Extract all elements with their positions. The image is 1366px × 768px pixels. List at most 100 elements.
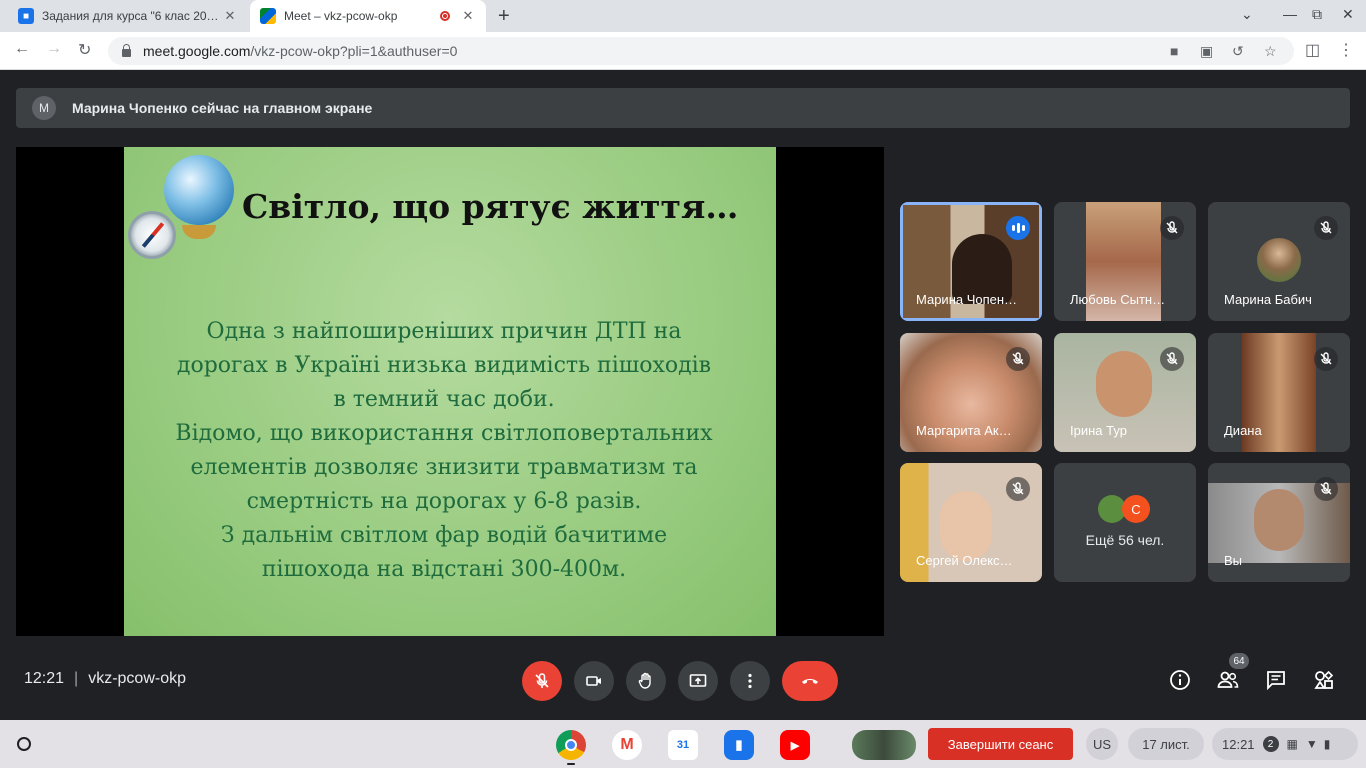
chat-button[interactable] (1262, 666, 1290, 694)
meeting-time: 12:21 (24, 670, 65, 687)
presentation-stage[interactable]: Світло, що рятує життя… Одна з найпошире… (16, 147, 884, 636)
new-tab-button[interactable]: + (498, 5, 510, 28)
tab-strip: ■ Задания для курса "6 клас 2021" ✕ Meet… (0, 0, 1366, 32)
active-app-indicator (567, 763, 575, 765)
open-windows-icon[interactable] (852, 730, 916, 760)
participant-name: Маргарита Ак… (916, 423, 1012, 438)
participant-tile[interactable]: Любовь Сытн… (1054, 202, 1196, 321)
speaking-indicator-icon (1006, 216, 1030, 240)
participant-name: Любовь Сытн… (1070, 292, 1166, 307)
minimize-button[interactable]: — (1283, 6, 1297, 22)
launcher-icon[interactable] (17, 737, 31, 751)
participant-tile[interactable]: Маргарита Ак… (900, 333, 1042, 452)
people-button[interactable] (1214, 666, 1242, 694)
translate-icon[interactable]: ▣ (1200, 43, 1213, 60)
present-screen-button[interactable] (678, 661, 718, 701)
tab-classroom[interactable]: ■ Задания для курса "6 клас 2021" ✕ (8, 0, 248, 32)
side-panel-icon[interactable]: ◫ (1305, 40, 1320, 60)
participant-name: Диана (1224, 423, 1262, 438)
battery-icon: ▮ (1323, 737, 1331, 751)
share-icon[interactable]: ↺ (1232, 43, 1244, 60)
muted-mic-icon (1006, 477, 1030, 501)
gmail-icon[interactable]: M (612, 730, 642, 760)
close-window-button[interactable]: ✕ (1342, 6, 1354, 23)
tab-title: Meet – vkz-pcow-okp (284, 9, 398, 23)
more-options-button[interactable] (730, 661, 770, 701)
avatar (1257, 238, 1301, 282)
muted-mic-icon (1314, 347, 1338, 371)
more-participants-label: Ещё 56 чел. (1085, 532, 1165, 548)
wifi-icon: ▼ (1305, 737, 1318, 751)
end-session-button[interactable]: Завершити сеанс (928, 728, 1073, 760)
participant-name: Сергей Олекс… (916, 553, 1013, 568)
slide-paragraph: Відомо, що використання світлоповертальн… (175, 421, 713, 514)
back-icon[interactable]: ← (14, 40, 30, 58)
slide-paragraph: Одна з найпоширеніших причин ДТП на доро… (176, 319, 712, 412)
participant-tile[interactable]: Вы (1208, 463, 1350, 582)
date-indicator[interactable]: 17 лист. (1128, 728, 1204, 760)
url-path: /vkz-pcow-okp?pli=1&authuser=0 (250, 43, 458, 59)
bookmark-star-icon[interactable]: ☆ (1264, 43, 1277, 60)
muted-mic-icon (1160, 216, 1184, 240)
camera-toggle-button[interactable] (574, 661, 614, 701)
more-participants-tile[interactable]: С Ещё 56 чел. (1054, 463, 1196, 582)
calendar-icon[interactable]: 31 (668, 730, 698, 760)
present-icon (689, 674, 707, 687)
close-tab-icon[interactable]: ✕ (460, 8, 476, 24)
participant-name: Марина Чопен… (916, 292, 1018, 307)
youtube-icon[interactable]: ▶ (780, 730, 810, 760)
raise-hand-button[interactable] (626, 661, 666, 701)
tab-title: Задания для курса "6 клас 2021" (42, 9, 222, 23)
classroom-icon: ■ (18, 8, 34, 24)
slide-body: Одна з найпоширеніших причин ДТП на доро… (164, 315, 754, 587)
system-tray[interactable]: 12:21 2 ▦ ▼ ▮ (1212, 728, 1358, 760)
slide: Світло, що рятує життя… Одна з найпошире… (124, 147, 776, 636)
chat-icon (1267, 671, 1285, 691)
presentation-banner: M Марина Чопенко сейчас на главном экран… (16, 88, 1350, 128)
address-bar[interactable]: meet.google.com/vkz-pcow-okp?pli=1&authu… (108, 37, 1294, 65)
participant-video (1096, 351, 1152, 417)
microphone-toggle-button[interactable] (522, 661, 562, 701)
participant-tile[interactable]: Марина Бабич (1208, 202, 1350, 321)
hand-icon (638, 672, 651, 689)
slide-paragraph: З дальнім світлом фар водій бачитиме піш… (220, 523, 668, 582)
tab-meet[interactable]: Meet – vkz-pcow-okp ✕ (250, 0, 486, 32)
camera-in-use-icon[interactable]: ■ (1170, 43, 1178, 59)
close-tab-icon[interactable]: ✕ (222, 8, 238, 24)
participant-tile[interactable]: Сергей Олекс… (900, 463, 1042, 582)
reload-icon[interactable]: ↻ (78, 40, 91, 60)
avatar: M (32, 96, 56, 120)
mic-off-icon (535, 673, 549, 688)
notification-count: 2 (1262, 736, 1279, 752)
meeting-details-button[interactable] (1166, 666, 1194, 694)
compass-icon (128, 211, 176, 259)
chrome-icon[interactable] (556, 730, 586, 760)
restore-button[interactable]: ⧉ (1312, 6, 1322, 23)
participant-name: Марина Бабич (1224, 292, 1312, 307)
forward-icon[interactable]: → (46, 40, 62, 58)
files-icon[interactable]: ▮ (724, 730, 754, 760)
muted-mic-icon (1314, 216, 1338, 240)
participant-tile[interactable]: Ірина Тур (1054, 333, 1196, 452)
videocam-icon (586, 676, 601, 686)
muted-mic-icon (1006, 347, 1030, 371)
muted-mic-icon (1314, 477, 1338, 501)
browser-toolbar: ← → ↻ meet.google.com/vkz-pcow-okp?pli=1… (0, 32, 1366, 70)
participant-name: Ірина Тур (1070, 423, 1127, 438)
meet-area: M Марина Чопенко сейчас на главном экран… (0, 70, 1366, 720)
lock-icon[interactable] (122, 44, 131, 57)
avatar: С (1122, 495, 1150, 523)
leave-call-button[interactable] (782, 661, 838, 701)
activities-button[interactable] (1310, 666, 1338, 694)
meet-icon (260, 8, 276, 24)
url-host: meet.google.com (143, 43, 251, 59)
slide-title: Світло, що рятує життя… (242, 187, 739, 226)
menu-icon[interactable]: ⋮ (1338, 40, 1354, 60)
tab-search-icon[interactable]: ⌄ (1241, 6, 1253, 23)
participant-tile[interactable]: Марина Чопен… (900, 202, 1042, 321)
recording-icon (440, 11, 450, 21)
globe-stand (182, 225, 216, 239)
participant-tile[interactable]: Диана (1208, 333, 1350, 452)
participant-video (940, 491, 992, 561)
keyboard-layout-indicator[interactable]: US (1086, 728, 1118, 760)
